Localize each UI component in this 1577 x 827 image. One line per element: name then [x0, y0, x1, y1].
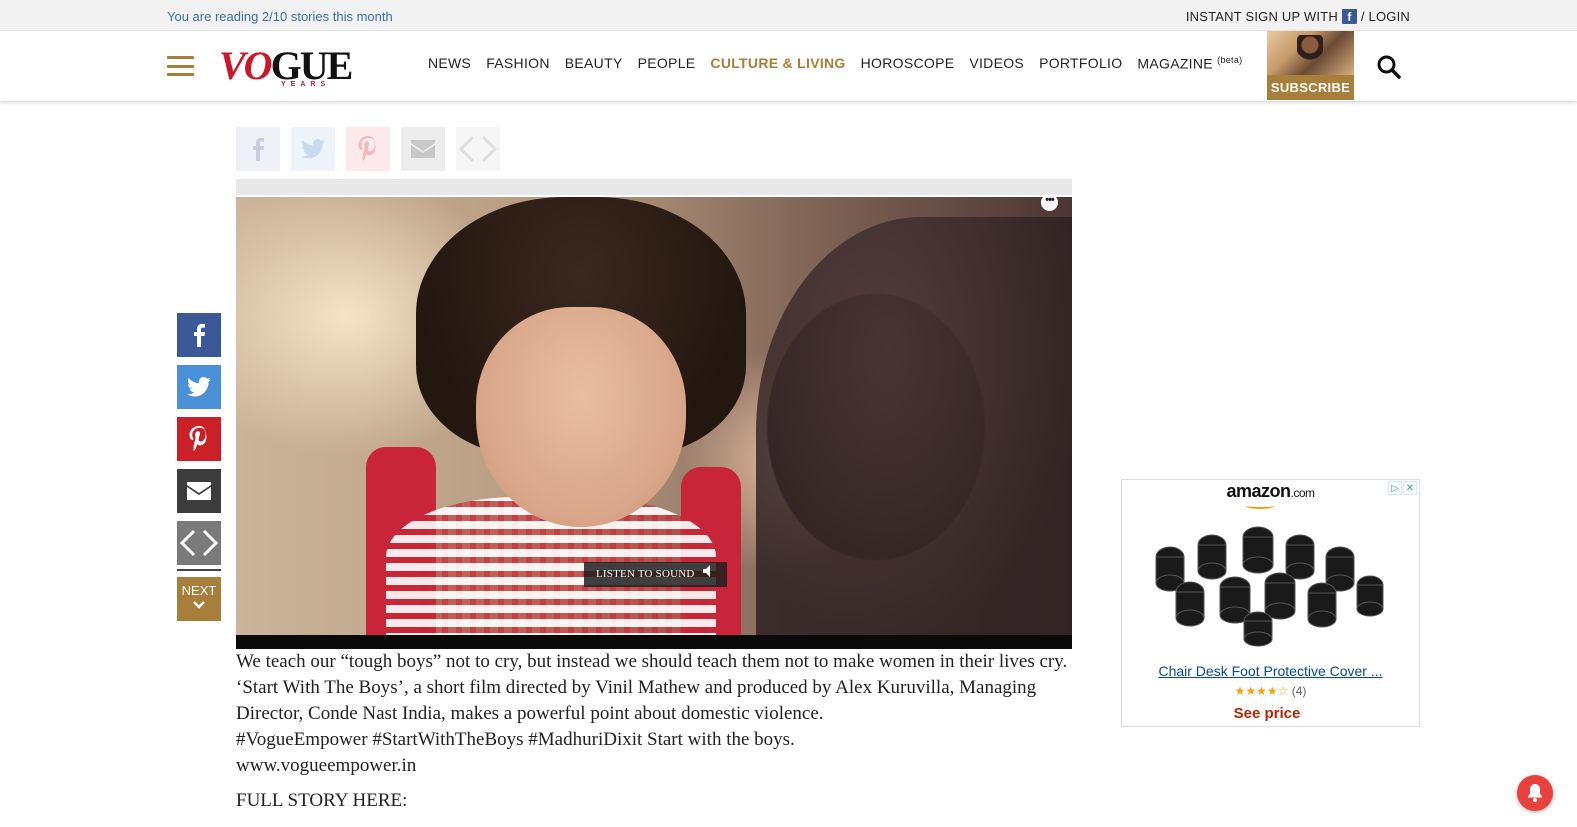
rating-stars: ★★★★☆ [1234, 684, 1289, 698]
listen-to-sound-button[interactable]: LISTEN TO SOUND [584, 562, 727, 587]
side-share-divider [177, 569, 221, 571]
subscribe-button[interactable]: SUBSCRIBE [1267, 31, 1354, 100]
amazon-smile-icon [1246, 503, 1274, 509]
nav-videos[interactable]: VIDEOS [969, 55, 1024, 72]
embed-icon[interactable] [177, 521, 221, 565]
reading-count: You are reading 2/10 stories this month [167, 9, 393, 24]
embed-icon[interactable] [456, 127, 500, 171]
side-share-bar: NEXT [177, 313, 221, 621]
pinterest-icon[interactable] [177, 417, 221, 461]
nav-people[interactable]: PEOPLE [638, 55, 696, 72]
product-title-link[interactable]: Chair Desk Foot Protective Cover ... [1122, 663, 1419, 679]
full-story-label: FULL STORY HERE: [236, 790, 408, 811]
product-image[interactable] [1140, 517, 1402, 647]
signup-label[interactable]: INSTANT SIGN UP WITH [1186, 9, 1338, 24]
review-count: (4) [1291, 684, 1307, 698]
article-paragraph: We teach our “tough boys” not to cry, bu… [236, 651, 1068, 724]
beta-label: (beta) [1217, 55, 1243, 65]
magazine-cover-image [1267, 31, 1354, 75]
speaker-icon [702, 562, 713, 587]
next-label: NEXT [181, 583, 217, 598]
nav-fashion[interactable]: FASHION [486, 55, 550, 72]
amazon-logo: amazon.com [1226, 481, 1315, 501]
facebook-icon[interactable] [236, 127, 280, 171]
main-nav: NEWS FASHION BEAUTY PEOPLE CULTURE & LIV… [428, 55, 1242, 72]
mail-icon[interactable] [177, 469, 221, 513]
facebook-icon[interactable]: f [1341, 9, 1357, 24]
nav-magazine[interactable]: MAGAZINE (beta) [1137, 55, 1242, 72]
article-url[interactable]: www.vogueempower.in [236, 753, 1072, 779]
vogue-logo[interactable]: VOGUE YEARS [219, 41, 353, 91]
listen-label: LISTEN TO SOUND [596, 568, 695, 580]
product-rating: ★★★★☆ (4) [1122, 684, 1419, 698]
subscribe-label: SUBSCRIBE [1267, 75, 1354, 100]
nav-beauty[interactable]: BEAUTY [565, 55, 623, 72]
video-top-bar [236, 179, 1072, 195]
search-icon[interactable] [1376, 54, 1402, 80]
adchoices-icon[interactable]: ▷ [1388, 481, 1402, 495]
nav-culture-living[interactable]: CULTURE & LIVING [710, 55, 845, 72]
ad-close-icon[interactable]: ✕ [1403, 481, 1417, 495]
facebook-icon[interactable] [177, 313, 221, 357]
chevron-down-icon [193, 601, 205, 609]
video-controls-bar[interactable] [236, 635, 1072, 649]
video-player[interactable]: ••• LISTEN TO SOUND [236, 197, 1072, 649]
signup-login: INSTANT SIGN UP WITH f / LOGIN [1186, 9, 1410, 24]
adchoices: ▷ ✕ [1388, 481, 1417, 495]
nav-horoscope[interactable]: HOROSCOPE [861, 55, 955, 72]
next-story-button[interactable]: NEXT [177, 577, 221, 621]
share-row-top [236, 127, 500, 171]
site-header: VOGUE YEARS NEWS FASHION BEAUTY PEOPLE C… [0, 31, 1577, 101]
mail-icon[interactable] [401, 127, 445, 171]
twitter-icon[interactable] [177, 365, 221, 409]
amazon-ad[interactable]: amazon.com ▷ ✕ Chair Desk Foot Protectiv… [1121, 479, 1420, 727]
article-body: We teach our “tough boys” not to cry, bu… [236, 649, 1072, 814]
top-strip: You are reading 2/10 stories this month … [0, 0, 1577, 31]
logo-years: YEARS [281, 81, 331, 88]
bell-icon[interactable] [1517, 775, 1553, 811]
see-price-link[interactable]: See price [1122, 705, 1412, 722]
article-hashtags[interactable]: #VogueEmpower #StartWithTheBoys #Madhuri… [236, 727, 1072, 753]
nav-portfolio[interactable]: PORTFOLIO [1039, 55, 1122, 72]
nav-news[interactable]: NEWS [428, 55, 471, 72]
twitter-icon[interactable] [291, 127, 335, 171]
pinterest-icon[interactable] [346, 127, 390, 171]
menu-icon[interactable] [167, 56, 194, 76]
login-link[interactable]: / LOGIN [1361, 9, 1410, 24]
